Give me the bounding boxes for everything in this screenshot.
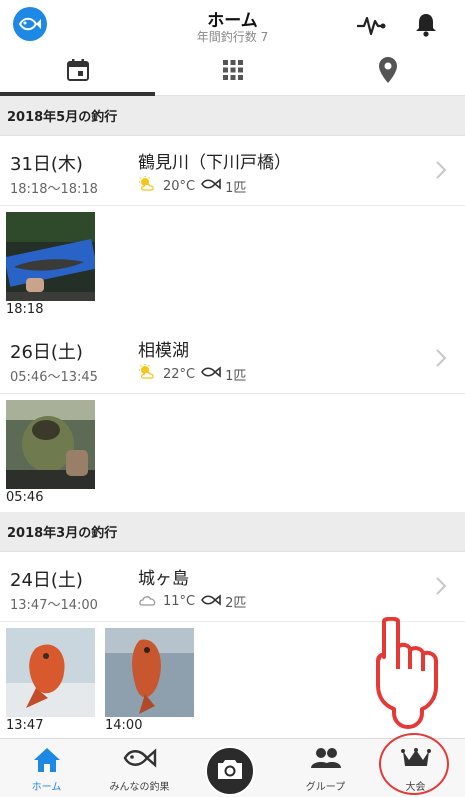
trip-time: 05:46〜13:45 [10,370,98,385]
trip-date: 26日(土) [10,342,83,363]
trip-row[interactable]: 26日(土) 05:46〜13:45 相模湖 22°C 1匹 [0,324,465,394]
section-header: 2018年3月の釣行 [0,512,465,552]
section-header: 2018年5月の釣行 [0,96,465,136]
trip-place: 鶴見川（下川戸橋） [138,153,291,173]
fish-icon [93,747,186,775]
partly-sunny-icon [138,176,158,196]
photo-time: 13:47 [6,718,44,733]
photo-time: 05:46 [6,490,44,505]
trip-time: 13:47〜14:00 [10,598,98,613]
trip-photos: 18:18 [0,206,465,324]
catch-photo[interactable] [6,628,95,717]
cloudy-icon [138,593,158,611]
chevron-right-icon [436,349,447,367]
activity-icon[interactable] [355,9,387,41]
nav-label: ホーム [31,782,62,793]
camera-button[interactable] [205,746,255,796]
photo-time: 18:18 [6,302,44,317]
photo-time: 14:00 [105,718,143,733]
fish-icon [201,178,221,194]
catch-photo[interactable] [105,628,194,717]
trip-temp: 20°C [163,178,196,194]
view-tabs [0,48,465,96]
location-pin-icon [378,56,397,87]
grid-icon [222,59,243,84]
trip-time: 18:18〜18:18 [10,182,98,197]
trip-photos: 05:46 [0,394,465,512]
chevron-right-icon [436,161,447,179]
camera-icon [217,758,243,784]
trip-date: 24日(土) [10,570,83,591]
trip-count: 1匹 [225,368,247,384]
pointing-hand-icon [376,617,438,729]
home-icon [0,747,93,775]
fish-icon [201,366,221,382]
trip-row[interactable]: 24日(土) 13:47〜14:00 城ヶ島 11°C 2匹 [0,552,465,622]
trip-date: 31日(木) [10,154,83,175]
annotation-circle [379,733,449,795]
page-subtitle: 年間釣行数 7 [196,30,269,44]
fish-icon [201,593,221,610]
trip-meta: 11°C 2匹 [138,592,246,611]
nav-label: みんなの釣果 [109,782,170,793]
nav-group[interactable]: グループ [279,739,372,797]
partly-sunny-icon [138,364,158,384]
catch-photo[interactable] [4,212,98,301]
trip-temp: 22°C [163,366,196,382]
chevron-right-icon [436,577,447,595]
bell-icon[interactable] [410,9,442,41]
trip-row[interactable]: 31日(木) 18:18〜18:18 鶴見川（下川戸橋） 20°C 1匹 [0,136,465,206]
tab-calendar[interactable] [0,48,155,96]
tab-grid[interactable] [155,48,310,95]
app-header: ホーム 年間釣行数 7 [0,0,465,48]
trip-temp: 11°C [163,594,196,609]
trip-count: 2匹 [225,596,247,611]
catch-photo[interactable] [6,400,95,489]
nav-label: グループ [305,782,346,793]
calendar-icon [66,58,89,85]
group-icon [279,747,372,775]
trip-count: 1匹 [225,180,247,196]
tab-map[interactable] [310,48,465,95]
nav-home[interactable]: ホーム [0,739,93,797]
trip-place: 相模湖 [138,341,189,361]
trip-place: 城ヶ島 [138,569,189,589]
trip-meta: 22°C 1匹 [138,364,246,384]
nav-community[interactable]: みんなの釣果 [93,739,186,797]
trip-meta: 20°C 1匹 [138,176,246,196]
